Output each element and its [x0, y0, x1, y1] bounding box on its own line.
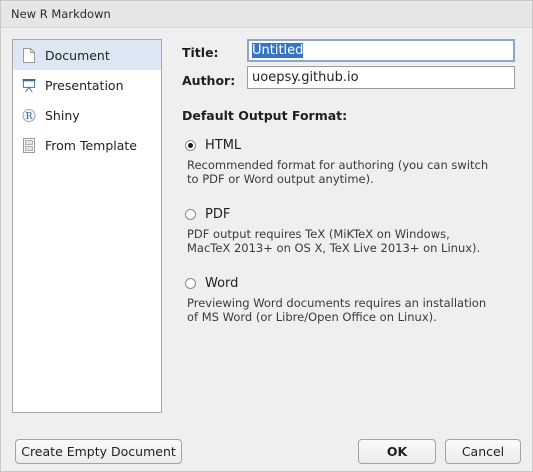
template-type-list: Document Presentation R Shiny From Templ…: [12, 39, 162, 413]
pdf-description-line2: MacTeX 2013+ on OS X, TeX Live 2013+ on …: [187, 241, 481, 255]
new-r-markdown-dialog: New R Markdown Document Presentation R S…: [0, 0, 533, 472]
radio-pdf-button[interactable]: [185, 209, 196, 220]
word-description-line2: of MS Word (or Libre/Open Office on Linu…: [187, 310, 437, 324]
title-input[interactable]: Untitled: [247, 39, 515, 62]
sidebar-item-document[interactable]: Document: [13, 40, 161, 70]
default-output-format-heading: Default Output Format:: [182, 108, 348, 123]
radio-html[interactable]: HTML: [185, 138, 241, 153]
sidebar-item-from-template[interactable]: From Template: [13, 130, 161, 160]
presentation-icon: [22, 77, 36, 93]
cancel-button[interactable]: Cancel: [445, 439, 521, 464]
window-title: New R Markdown: [11, 7, 111, 21]
word-description-line1: Previewing Word documents requires an in…: [187, 296, 487, 310]
ok-button[interactable]: OK: [358, 439, 436, 464]
create-empty-document-button[interactable]: Create Empty Document: [15, 439, 182, 464]
radio-pdf[interactable]: PDF: [185, 207, 230, 222]
svg-text:R: R: [25, 110, 33, 121]
author-input[interactable]: uoepsy.github.io: [247, 66, 515, 89]
sidebar-item-label: Document: [45, 47, 110, 63]
html-description-line1: Recommended format for authoring (you ca…: [187, 158, 489, 172]
template-icon: [22, 137, 36, 153]
sidebar-item-shiny[interactable]: R Shiny: [13, 100, 161, 130]
document-icon: [22, 47, 36, 63]
radio-word[interactable]: Word: [185, 276, 238, 291]
pdf-description-line1: PDF output requires TeX (MiKTeX on Windo…: [187, 227, 450, 241]
word-description: Previewing Word documents requires an in…: [187, 296, 517, 324]
sidebar-item-label: Presentation: [45, 77, 124, 93]
title-bar[interactable]: New R Markdown: [1, 1, 532, 28]
title-label: Title:: [182, 45, 219, 60]
radio-pdf-label[interactable]: PDF: [205, 207, 230, 222]
pdf-description: PDF output requires TeX (MiKTeX on Windo…: [187, 227, 517, 255]
author-label: Author:: [182, 73, 236, 88]
html-description: Recommended format for authoring (you ca…: [187, 158, 517, 186]
radio-html-button[interactable]: [185, 140, 196, 151]
author-input-value: uoepsy.github.io: [252, 70, 359, 85]
radio-word-label[interactable]: Word: [205, 276, 238, 291]
title-input-value: Untitled: [252, 43, 304, 58]
sidebar-item-label: Shiny: [45, 107, 80, 123]
radio-word-button[interactable]: [185, 278, 196, 289]
html-description-line2: to PDF or Word output anytime).: [187, 172, 374, 186]
shiny-r-icon: R: [22, 107, 36, 123]
radio-html-label[interactable]: HTML: [205, 138, 241, 153]
sidebar-item-presentation[interactable]: Presentation: [13, 70, 161, 100]
sidebar-item-label: From Template: [45, 137, 137, 153]
